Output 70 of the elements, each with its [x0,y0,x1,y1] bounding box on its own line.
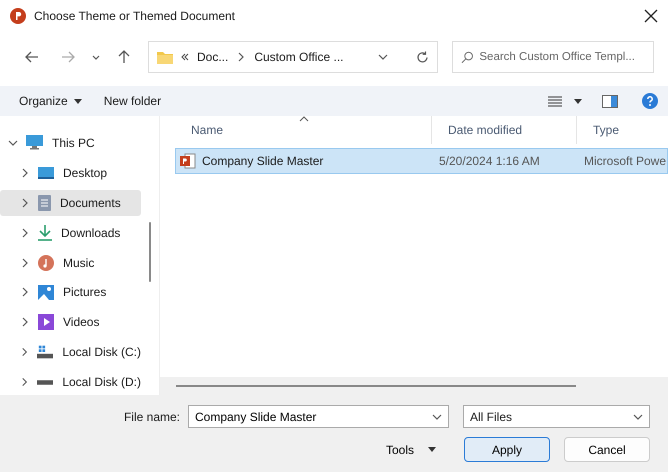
sidebar-item[interactable]: Pictures [0,279,141,306]
address-bar[interactable]: Doc... Custom Office ... [148,41,438,73]
up-arrow-icon[interactable] [118,50,130,64]
folder-icon [157,50,173,64]
sidebar-item[interactable]: This PC [0,130,141,156]
caret-icon [74,98,82,104]
new-folder-button[interactable]: New folder [94,90,170,112]
table-cell: 5/20/2024 1:16 AM [439,154,540,168]
organize-menu[interactable]: Organize [10,90,91,112]
breadcrumb-chevron-icon[interactable] [236,52,246,62]
video-icon [38,314,54,330]
sidebar-item[interactable]: Local Disk (C:) [0,339,141,366]
breadcrumb-item[interactable]: Custom Office ... [254,50,344,64]
close-icon[interactable] [644,9,658,23]
sidebar-item[interactable]: Local Disk (D:) [0,369,141,395]
dropdown-chevron-icon[interactable] [378,52,388,62]
sidebar-item[interactable]: Downloads [0,220,141,246]
preview-pane-icon[interactable] [602,94,618,108]
expand-chevron-icon[interactable] [20,377,30,388]
expand-chevron-icon[interactable] [8,138,18,148]
list-view-icon[interactable] [548,96,562,106]
search-field[interactable]: Search Custom Office Templ... [452,41,654,73]
presentation-file-icon [180,153,196,169]
column-header[interactable]: Date modified [432,116,577,144]
file-name-input[interactable]: Company Slide Master [195,410,415,424]
dialog-button[interactable]: Cancel [564,437,650,462]
help-icon[interactable] [642,93,658,109]
file-name-field[interactable]: Company Slide Master [188,405,449,428]
tools-menu[interactable]: Tools [386,437,436,462]
back-arrow-icon[interactable] [25,51,39,63]
document-icon [38,194,51,211]
column-header[interactable]: Name [175,116,432,144]
drive-icon [37,380,54,385]
sidebar-item[interactable]: Desktop [0,160,141,186]
file-row[interactable]: Company Slide Master 5/20/2024 1:16 AM Microsoft Powe [175,148,668,174]
file-type-dropdown[interactable]: All Files [463,405,650,428]
dropdown-chevron-icon[interactable] [432,412,442,422]
expand-chevron-icon[interactable] [20,228,30,238]
caret-icon [428,447,436,452]
expand-chevron-icon[interactable] [20,168,30,178]
scrollbar-thumb[interactable] [176,385,576,387]
expand-chevron-icon[interactable] [20,287,30,298]
breadcrumb-item[interactable]: Doc... [197,50,228,64]
drive-icon [37,345,54,360]
download-arrow-icon [38,224,52,241]
search-icon [461,50,474,64]
music-note-icon [38,254,54,270]
dropdown-chevron-icon[interactable] [633,412,643,422]
double-chevron-icon[interactable] [181,53,189,61]
expand-chevron-icon[interactable] [20,347,30,358]
search-input[interactable]: Search Custom Office Templ... [479,51,651,63]
sidebar-item[interactable]: Videos [0,309,141,336]
monitor-icon [26,135,43,150]
table-cell: Microsoft Powe [584,154,666,168]
scrollbar-thumb[interactable] [149,222,151,282]
window-title: Choose Theme or Themed Document [34,9,235,23]
presentation-app-icon [10,8,26,24]
column-header[interactable]: Type [577,116,668,144]
expand-chevron-icon[interactable] [20,198,30,208]
table-cell: Company Slide Master [202,154,324,168]
desktop-icon [38,166,54,179]
expand-chevron-icon[interactable] [20,258,30,268]
sidebar-item[interactable]: Documents [0,190,141,216]
expand-chevron-icon[interactable] [20,317,30,328]
file-name-label: File name: [124,410,180,424]
picture-icon [38,284,54,300]
refresh-icon[interactable] [416,50,429,64]
caret-icon[interactable] [574,98,582,104]
sidebar-item[interactable]: Music [0,250,141,276]
dialog-button[interactable]: Apply [464,437,550,462]
